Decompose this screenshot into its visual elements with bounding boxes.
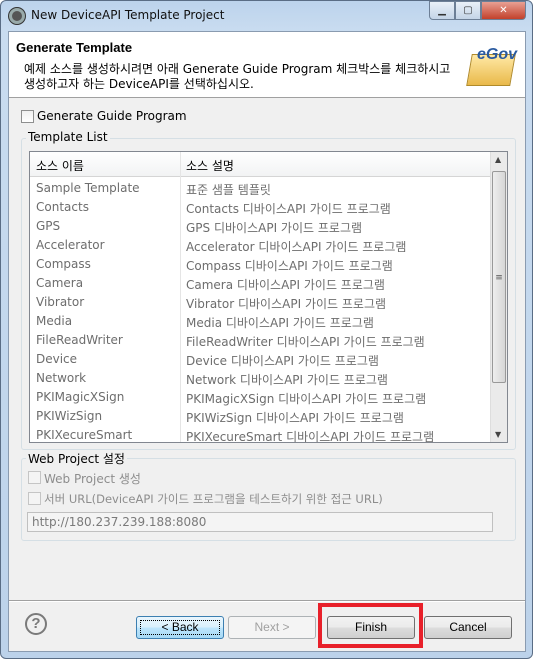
scroll-up-icon[interactable]: ▲ bbox=[495, 155, 501, 164]
column-header-name[interactable]: 소스 이름 bbox=[36, 157, 84, 174]
column-header-description[interactable]: 소스 설명 bbox=[186, 157, 234, 174]
egov-logo: eGov bbox=[465, 42, 517, 88]
table-row[interactable]: PKIMagicXSign PKIMagicXSign 디바이스API 가이드 프… bbox=[30, 388, 490, 407]
row-name: Compass bbox=[36, 257, 91, 271]
minimize-button[interactable]: ▁ bbox=[429, 1, 455, 20]
row-description: Camera 디바이스API 가이드 프로그램 bbox=[186, 278, 385, 292]
table-row[interactable]: Device Device 디바이스API 가이드 프로그램 bbox=[30, 350, 490, 369]
row-name: Contacts bbox=[36, 200, 89, 214]
help-icon[interactable]: ? bbox=[25, 613, 47, 635]
table-row[interactable]: Contacts Contacts 디바이스API 가이드 프로그램 bbox=[30, 198, 490, 217]
row-name: Device bbox=[36, 352, 78, 366]
scrollbar-thumb[interactable]: ≡ bbox=[492, 171, 506, 383]
row-description: PKIMagicXSign 디바이스API 가이드 프로그램 bbox=[186, 392, 427, 406]
row-description: GPS 디바이스API 가이드 프로그램 bbox=[186, 221, 363, 235]
template-table[interactable]: 소스 이름 소스 설명 Sample Template 표준 샘플 템플릿 Cont… bbox=[29, 151, 508, 443]
row-description: 표준 샘플 템플릿 bbox=[186, 183, 271, 197]
row-description: PKIXecureSmart 디바이스API 가이드 프로그램 bbox=[186, 430, 435, 443]
table-row[interactable]: Network Network 디바이스API 가이드 프로그램 bbox=[30, 369, 490, 388]
web-project-label: Web Project 설정 bbox=[26, 450, 127, 467]
row-description: Vibrator 디바이스API 가이드 프로그램 bbox=[186, 297, 387, 311]
scroll-down-icon[interactable]: ▼ bbox=[495, 430, 501, 439]
web-project-create-checkbox[interactable] bbox=[28, 471, 41, 484]
row-description: PKIWizSign 디바이스API 가이드 프로그램 bbox=[186, 411, 404, 425]
row-name: PKIXecureSmart bbox=[36, 428, 133, 442]
page-title: Generate Template bbox=[16, 40, 133, 55]
back-label: < Back bbox=[137, 617, 223, 638]
row-description: Compass 디바이스API 가이드 프로그램 bbox=[186, 259, 393, 273]
table-row[interactable]: Media Media 디바이스API 가이드 프로그램 bbox=[30, 312, 490, 331]
title-bar: New DeviceAPI Template Project ▁ ▢ ✕ bbox=[1, 1, 532, 31]
table-header: 소스 이름 소스 설명 bbox=[30, 152, 490, 177]
row-name: PKIMagicXSign bbox=[36, 390, 125, 404]
finish-highlight-box bbox=[318, 603, 423, 648]
table-row[interactable]: FileReadWriter FileReadWriter 디바이스API 가이드… bbox=[30, 331, 490, 350]
row-description: Device 디바이스API 가이드 프로그램 bbox=[186, 354, 379, 368]
row-name: GPS bbox=[36, 219, 61, 233]
next-button[interactable]: Next > bbox=[228, 616, 316, 639]
page-description: 예제 소스를 생성하시려면 아래 Generate Guide Program … bbox=[24, 62, 451, 91]
wizard-header: Generate Template 예제 소스를 생성하시려면 아래 Gener… bbox=[9, 32, 525, 98]
row-name: Media bbox=[36, 314, 73, 328]
row-name: FileReadWriter bbox=[36, 333, 123, 347]
server-url-label: 서버 URL(DeviceAPI 가이드 프로그램을 테스트하기 위한 접근 U… bbox=[44, 492, 383, 506]
row-name: Network bbox=[36, 371, 87, 385]
table-row[interactable]: Compass Compass 디바이스API 가이드 프로그램 bbox=[30, 255, 490, 274]
dialog-content: Generate Template 예제 소스를 생성하시려면 아래 Gener… bbox=[8, 31, 526, 652]
cancel-button[interactable]: Cancel bbox=[424, 616, 512, 639]
row-description: Network 디바이스API 가이드 프로그램 bbox=[186, 373, 388, 387]
row-description: Contacts 디바이스API 가이드 프로그램 bbox=[186, 202, 391, 216]
row-name: Accelerator bbox=[36, 238, 105, 252]
maximize-button[interactable]: ▢ bbox=[455, 1, 481, 20]
row-name: Vibrator bbox=[36, 295, 85, 309]
back-button[interactable]: < Back bbox=[136, 616, 224, 639]
generate-guide-label: Generate Guide Program bbox=[37, 109, 187, 123]
generate-guide-checkbox[interactable] bbox=[21, 110, 34, 123]
window-title: New DeviceAPI Template Project bbox=[31, 8, 225, 22]
table-row[interactable]: Accelerator Accelerator 디바이스API 가이드 프로그램 bbox=[30, 236, 490, 255]
table-row[interactable]: GPS GPS 디바이스API 가이드 프로그램 bbox=[30, 217, 490, 236]
table-row[interactable]: PKIWizSign PKIWizSign 디바이스API 가이드 프로그램 bbox=[30, 407, 490, 426]
row-description: Accelerator 디바이스API 가이드 프로그램 bbox=[186, 240, 407, 254]
row-name: PKIWizSign bbox=[36, 409, 103, 423]
button-bar-separator bbox=[9, 600, 525, 602]
row-description: Media 디바이스API 가이드 프로그램 bbox=[186, 316, 374, 330]
row-name: Camera bbox=[36, 276, 84, 290]
table-row[interactable]: PKIXecureSmart PKIXecureSmart 디바이스API 가이드… bbox=[30, 426, 490, 443]
web-project-create-label: Web Project 생성 bbox=[44, 472, 141, 486]
row-name: Sample Template bbox=[36, 181, 140, 195]
template-list-label: Template List bbox=[26, 130, 110, 144]
close-button[interactable]: ✕ bbox=[481, 1, 526, 20]
server-url-checkbox[interactable] bbox=[28, 492, 41, 505]
table-row[interactable]: Vibrator Vibrator 디바이스API 가이드 프로그램 bbox=[30, 293, 490, 312]
eclipse-app-icon bbox=[9, 8, 25, 24]
vertical-scrollbar[interactable]: ▲ ≡ ▼ bbox=[490, 152, 507, 442]
row-description: FileReadWriter 디바이스API 가이드 프로그램 bbox=[186, 335, 425, 349]
table-row[interactable]: Sample Template 표준 샘플 템플릿 bbox=[30, 179, 490, 198]
table-row[interactable]: Camera Camera 디바이스API 가이드 프로그램 bbox=[30, 274, 490, 293]
server-url-input[interactable]: http://180.237.239.188:8080 bbox=[27, 512, 493, 532]
dialog-window: New DeviceAPI Template Project ▁ ▢ ✕ Gen… bbox=[0, 0, 533, 659]
